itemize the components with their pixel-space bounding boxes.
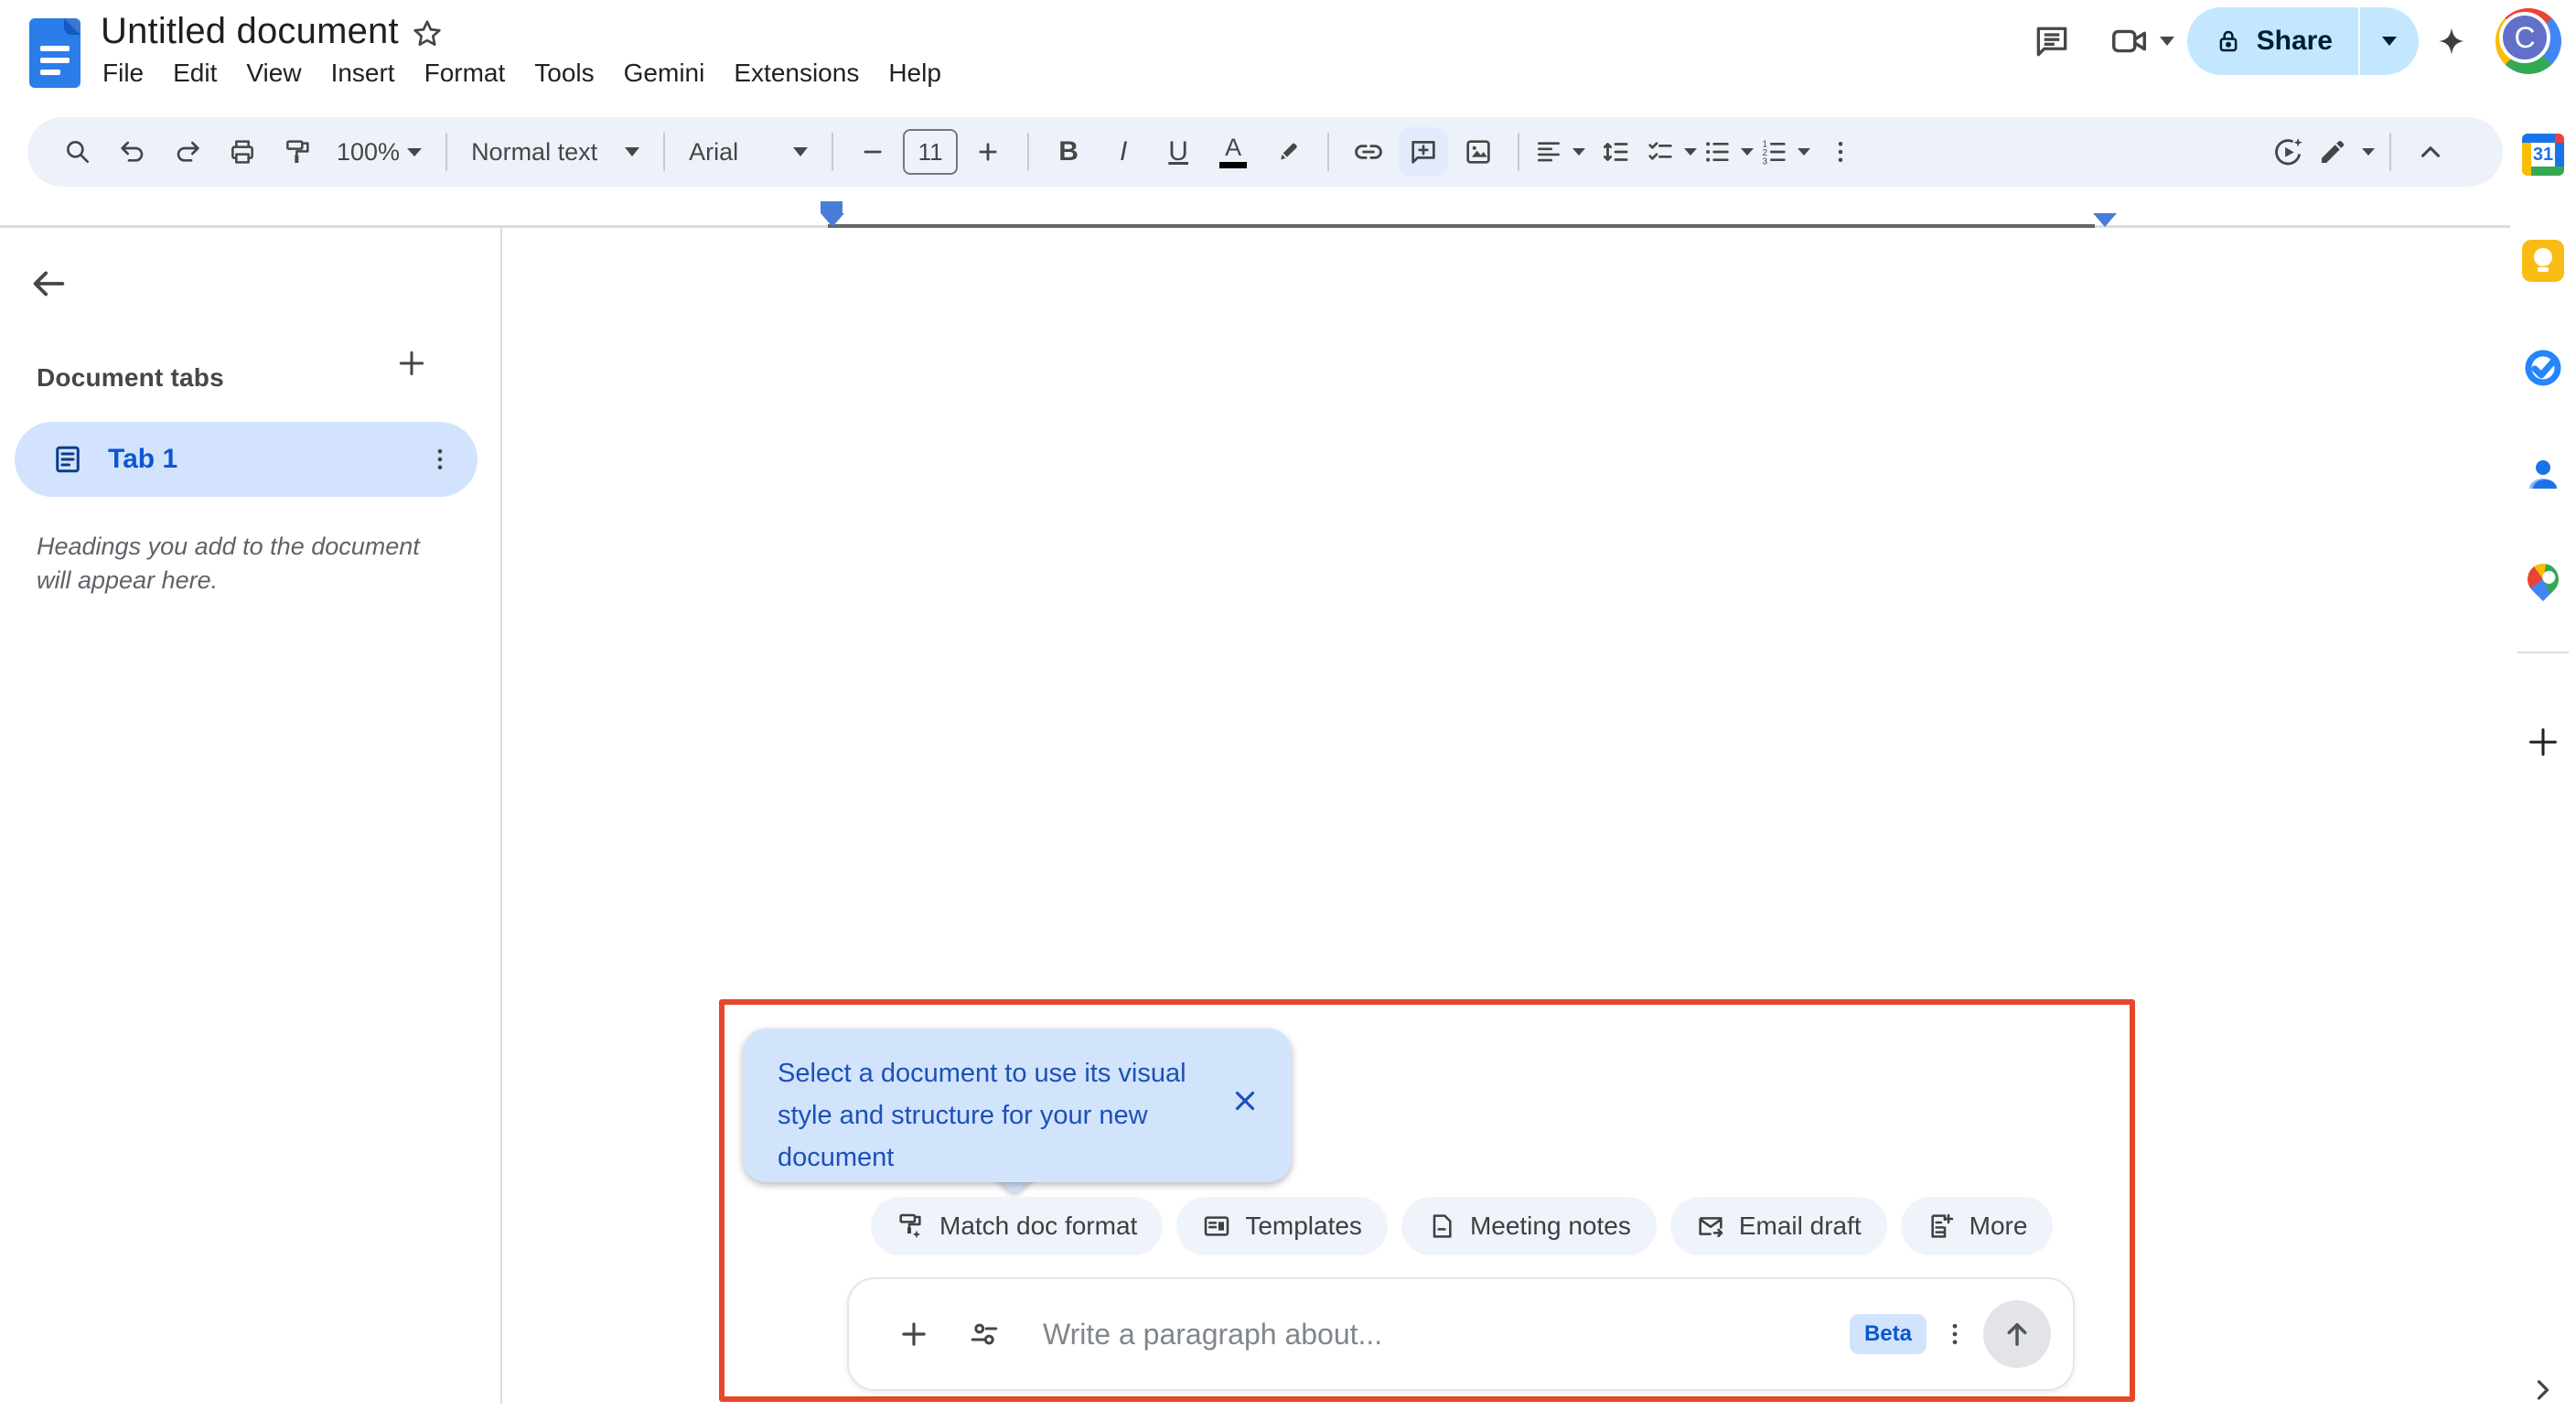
- chip-templates[interactable]: Templates: [1176, 1197, 1388, 1255]
- help-me-create-icon[interactable]: [2263, 127, 2313, 177]
- get-addons-button[interactable]: [2522, 721, 2564, 763]
- menu-gemini[interactable]: Gemini: [609, 53, 720, 93]
- share-label: Share: [2257, 26, 2333, 57]
- font-size-increase-button[interactable]: [963, 127, 1013, 177]
- template-icon: [1202, 1212, 1231, 1241]
- menu-extensions[interactable]: Extensions: [719, 53, 874, 93]
- arrow-up-icon: [2000, 1317, 2034, 1352]
- docs-logo-icon[interactable]: [29, 18, 80, 88]
- redo-button[interactable]: [163, 127, 212, 177]
- paragraph-style-select[interactable]: Normal text: [462, 127, 649, 177]
- meeting-notes-icon: [1427, 1212, 1456, 1241]
- print-button[interactable]: [218, 127, 267, 177]
- gemini-chip-row: Match doc format Templates Meeting notes…: [871, 1197, 2053, 1255]
- toolbar: 100% Normal text Arial 11 B I U A: [27, 117, 2503, 187]
- left-indent-marker[interactable]: [821, 213, 844, 227]
- share-button-group: Share: [2187, 7, 2419, 75]
- star-icon[interactable]: [410, 16, 445, 51]
- editing-mode-button[interactable]: [2318, 127, 2375, 177]
- tooltip-close-icon[interactable]: [1229, 1085, 1261, 1116]
- insert-link-button[interactable]: [1344, 127, 1393, 177]
- maps-app-icon[interactable]: [2522, 561, 2564, 603]
- line-spacing-button[interactable]: [1591, 127, 1640, 177]
- insert-file-plus-icon[interactable]: [896, 1317, 931, 1352]
- contacts-app-icon[interactable]: [2522, 454, 2564, 496]
- tab-document-icon: [51, 443, 84, 476]
- meet-caret-icon[interactable]: [2160, 37, 2174, 46]
- add-comment-button[interactable]: [1399, 127, 1448, 177]
- beta-badge: Beta: [1850, 1314, 1927, 1354]
- gemini-sparkle-icon[interactable]: [2431, 21, 2472, 61]
- headings-hint-text: Headings you add to the document will ap…: [37, 530, 430, 598]
- menu-help[interactable]: Help: [874, 53, 956, 93]
- numbered-list-button[interactable]: 1 2 3: [1759, 127, 1810, 177]
- menu-format[interactable]: Format: [410, 53, 521, 93]
- menu-view[interactable]: View: [231, 53, 316, 93]
- gemini-prompt-bar[interactable]: Beta: [847, 1277, 2075, 1391]
- italic-button[interactable]: I: [1099, 127, 1148, 177]
- document-tabs-title: Document tabs: [37, 363, 224, 393]
- underline-button[interactable]: U: [1154, 127, 1203, 177]
- document-tabs-panel: Document tabs Tab 1 Headings you add to …: [0, 228, 502, 1404]
- undo-button[interactable]: [108, 127, 157, 177]
- paint-roller-sparkle-icon: [896, 1212, 926, 1241]
- avatar-letter: C: [2499, 12, 2550, 63]
- tab-options-icon[interactable]: [426, 446, 454, 473]
- hide-side-panel-chevron-icon[interactable]: [2522, 1369, 2564, 1411]
- calendar-app-icon[interactable]: 31: [2522, 134, 2564, 176]
- more-formatting-button[interactable]: [1816, 127, 1865, 177]
- menu-insert[interactable]: Insert: [317, 53, 410, 93]
- account-avatar[interactable]: C: [2496, 8, 2561, 74]
- pencil-icon: [2318, 137, 2347, 167]
- document-title[interactable]: Untitled document: [101, 11, 399, 52]
- search-menus-button[interactable]: [53, 127, 102, 177]
- chip-meeting-notes[interactable]: Meeting notes: [1401, 1197, 1657, 1255]
- keep-app-icon[interactable]: [2522, 240, 2564, 282]
- checklist-button[interactable]: [1646, 127, 1697, 177]
- ruler-text-area: [828, 224, 2095, 228]
- tab-item-tab1[interactable]: Tab 1: [15, 422, 478, 497]
- font-family-select[interactable]: Arial: [680, 127, 817, 177]
- email-draft-icon: [1696, 1212, 1725, 1241]
- paint-format-button[interactable]: [273, 127, 322, 177]
- tooltip-text: Select a document to use its visual styl…: [778, 1052, 1191, 1179]
- menu-bar: File Edit View Insert Format Tools Gemin…: [88, 53, 956, 93]
- prompt-options-icon[interactable]: [1941, 1320, 1969, 1348]
- gemini-tooltip: Select a document to use its visual styl…: [743, 1029, 1292, 1182]
- bulleted-list-button[interactable]: [1702, 127, 1754, 177]
- menu-edit[interactable]: Edit: [158, 53, 231, 93]
- menu-file[interactable]: File: [88, 53, 158, 93]
- add-tab-button[interactable]: [393, 345, 430, 382]
- highlight-color-button[interactable]: [1263, 127, 1313, 177]
- menu-tools[interactable]: Tools: [520, 53, 608, 93]
- document-plus-icon: [1927, 1212, 1956, 1241]
- chip-match-doc-format[interactable]: Match doc format: [871, 1197, 1163, 1255]
- hide-menus-button[interactable]: [2406, 127, 2455, 177]
- bold-button[interactable]: B: [1044, 127, 1093, 177]
- font-size-input[interactable]: 11: [903, 129, 958, 175]
- close-panel-back-button[interactable]: [27, 263, 70, 305]
- font-size-decrease-button[interactable]: [848, 127, 897, 177]
- comments-icon[interactable]: [2032, 21, 2072, 61]
- meet-video-icon[interactable]: [2109, 20, 2151, 62]
- tune-icon[interactable]: [968, 1318, 1001, 1351]
- lock-icon: [2215, 27, 2242, 55]
- zoom-select[interactable]: 100%: [327, 127, 431, 177]
- tab-label: Tab 1: [108, 444, 402, 475]
- share-button[interactable]: Share: [2187, 26, 2358, 57]
- text-color-button[interactable]: A: [1208, 127, 1258, 177]
- send-prompt-button[interactable]: [1983, 1300, 2051, 1368]
- right-indent-marker[interactable]: [2093, 213, 2117, 227]
- insert-image-button[interactable]: [1454, 127, 1503, 177]
- align-button[interactable]: [1534, 127, 1585, 177]
- chip-more[interactable]: More: [1901, 1197, 2054, 1255]
- chip-email-draft[interactable]: Email draft: [1670, 1197, 1887, 1255]
- rail-divider: [2517, 652, 2569, 653]
- prompt-input[interactable]: [1041, 1317, 1850, 1352]
- side-panel-rail: 31: [2510, 117, 2576, 1404]
- share-dropdown-button[interactable]: [2358, 7, 2419, 75]
- first-line-indent-marker[interactable]: [821, 201, 843, 213]
- tasks-app-icon[interactable]: [2522, 347, 2564, 389]
- svg-text:3: 3: [1763, 156, 1768, 167]
